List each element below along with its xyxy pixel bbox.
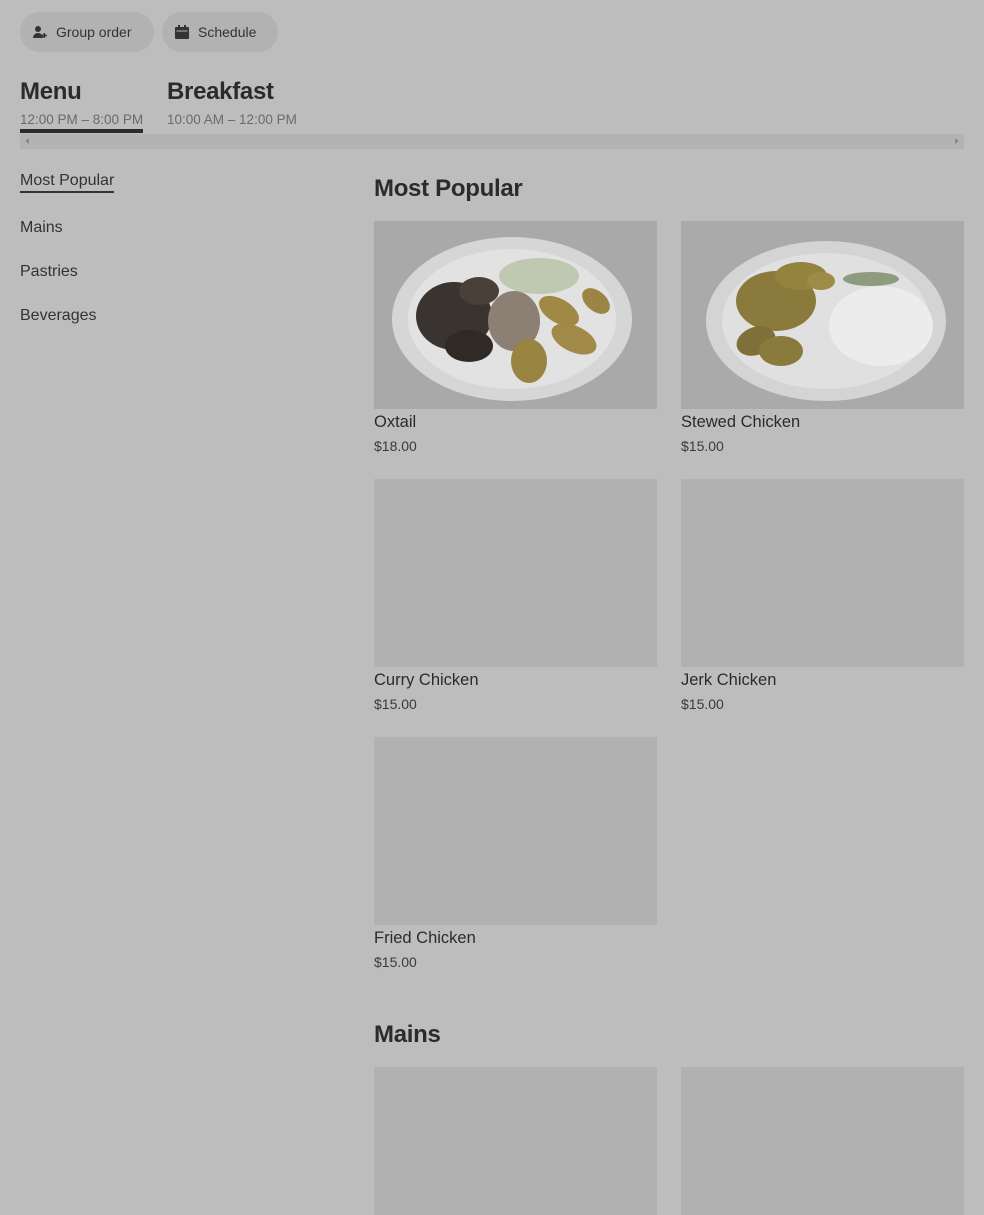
item-price: $18.00: [374, 438, 417, 454]
item-price: $15.00: [374, 696, 417, 712]
food-image: [681, 221, 964, 409]
stewed-chicken-plate-image: [681, 221, 964, 409]
menu-item-card[interactable]: Oxtail $18.00: [374, 221, 657, 454]
section-title-mains: Mains: [374, 1021, 441, 1048]
menu-item-card[interactable]: [374, 1067, 657, 1215]
scroll-left-icon[interactable]: [25, 138, 29, 144]
food-image: [374, 221, 657, 409]
tabs-scrollbar[interactable]: [20, 134, 964, 149]
sidebar-item-most-popular[interactable]: Most Popular: [20, 172, 115, 193]
food-image-placeholder: [374, 1067, 657, 1215]
active-tab-indicator: [20, 129, 143, 133]
group-order-label: Group order: [56, 24, 132, 40]
item-name: Stewed Chicken: [681, 413, 801, 431]
item-price: $15.00: [681, 696, 724, 712]
tab-breakfast-name: Breakfast: [167, 78, 274, 105]
sidebar-item-beverages[interactable]: Beverages: [20, 307, 97, 325]
schedule-label: Schedule: [198, 24, 257, 40]
item-name: Oxtail: [374, 413, 417, 431]
group-order-button[interactable]: Group order: [20, 12, 154, 52]
item-name: Fried Chicken: [374, 929, 476, 947]
food-image-placeholder: [374, 479, 657, 667]
item-name: Curry Chicken: [374, 671, 479, 689]
section-title-most-popular: Most Popular: [374, 175, 523, 202]
sidebar-item-mains[interactable]: Mains: [20, 219, 63, 237]
tab-menu[interactable]: Menu 12:00 PM – 8:00 PM: [20, 78, 143, 127]
calendar-icon: [175, 25, 189, 39]
menu-item-card[interactable]: Jerk Chicken $15.00: [681, 479, 964, 712]
tab-breakfast-hours: 10:00 AM – 12:00 PM: [167, 112, 297, 127]
menu-item-card[interactable]: [681, 1067, 964, 1215]
item-name: Jerk Chicken: [681, 671, 777, 689]
add-person-icon: [33, 26, 47, 38]
tab-menu-hours: 12:00 PM – 8:00 PM: [20, 112, 144, 127]
tab-menu-name: Menu: [20, 78, 82, 105]
menu-item-card[interactable]: Fried Chicken $15.00: [374, 737, 657, 970]
food-image-placeholder: [374, 737, 657, 925]
food-image-placeholder: [681, 479, 964, 667]
menu-item-card[interactable]: Curry Chicken $15.00: [374, 479, 657, 712]
item-price: $15.00: [681, 438, 724, 454]
item-price: $15.00: [374, 954, 417, 970]
food-image-placeholder: [681, 1067, 964, 1215]
scroll-right-icon[interactable]: [955, 138, 959, 144]
sidebar-item-pastries[interactable]: Pastries: [20, 263, 78, 281]
schedule-button[interactable]: Schedule: [162, 12, 278, 52]
oxtail-plate-image: [374, 221, 657, 409]
menu-item-card[interactable]: Stewed Chicken $15.00: [681, 221, 964, 454]
tab-breakfast[interactable]: Breakfast 10:00 AM – 12:00 PM: [167, 78, 297, 127]
